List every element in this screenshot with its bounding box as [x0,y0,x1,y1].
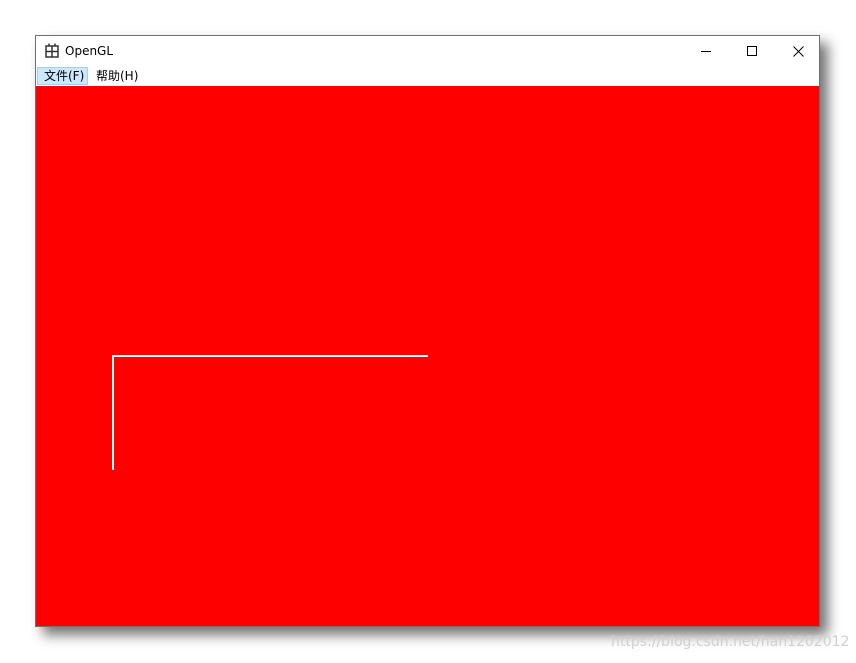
maximize-button[interactable] [729,36,775,66]
title-bar[interactable]: OpenGL [36,36,819,66]
close-icon [792,45,804,57]
menu-help[interactable]: 帮助(H) [90,67,140,85]
white-horizontal-line [112,355,428,357]
opengl-canvas[interactable] [36,86,819,626]
minimize-icon [701,51,711,52]
maximize-icon [747,46,757,56]
minimize-button[interactable] [683,36,729,66]
menu-bar: 文件(F) 帮助(H) [36,66,819,86]
watermark-text: https://blog.csdn.net/han1202012 [611,634,850,650]
window-title: OpenGL [65,44,114,58]
menu-file[interactable]: 文件(F) [37,67,88,85]
white-vertical-line [112,355,114,470]
app-window-icon [45,43,59,58]
opengl-window: OpenGL 文件(F) 帮助(H) [35,35,820,627]
close-button[interactable] [775,36,821,66]
